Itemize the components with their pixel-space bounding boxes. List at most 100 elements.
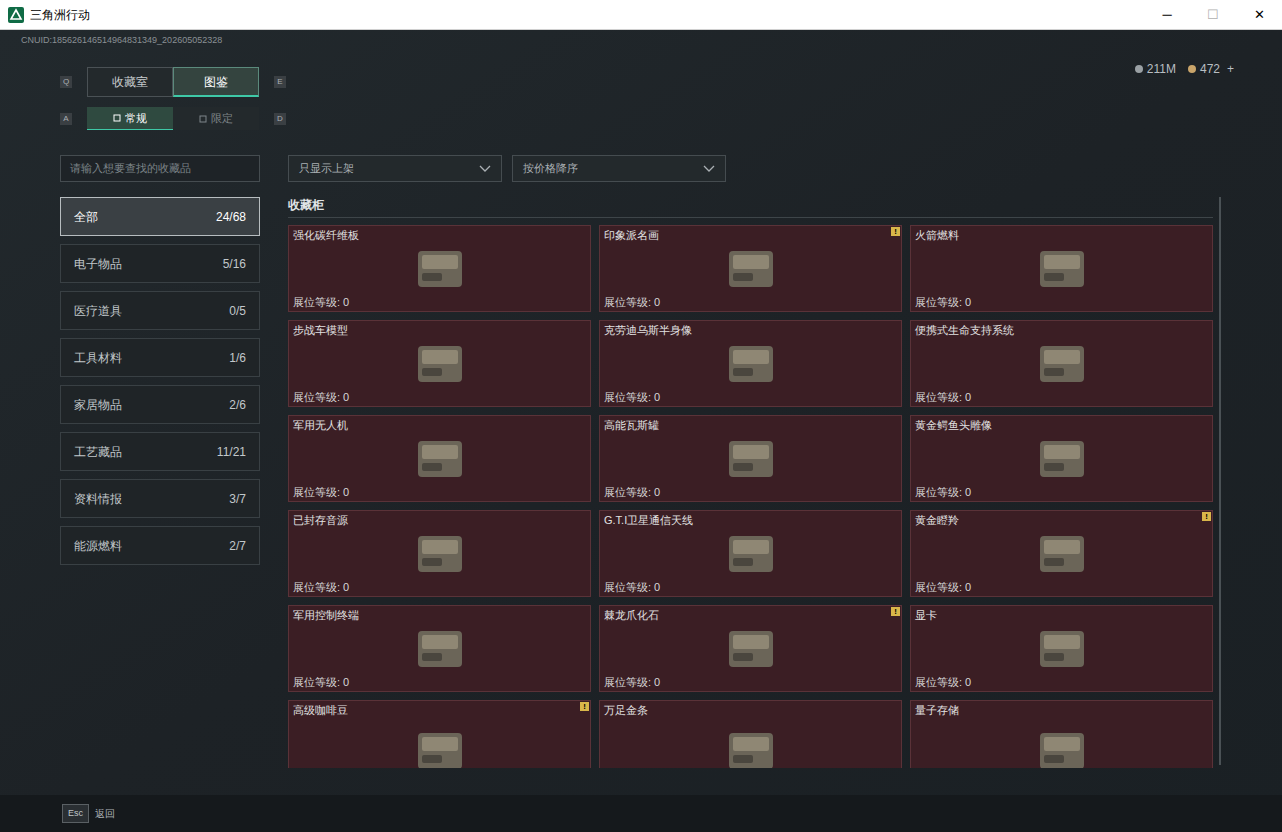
item-icon <box>719 625 783 673</box>
item-level: 展位等级: 0 <box>604 580 897 594</box>
item-name: 高能瓦斯罐 <box>604 418 897 432</box>
item-icon <box>1030 435 1094 483</box>
item-icon <box>1030 530 1094 578</box>
item-name: 高级咖啡豆 <box>293 703 586 717</box>
item-name: 黄金瞪羚 <box>915 513 1208 527</box>
item-icon <box>408 530 472 578</box>
back-label[interactable]: 返回 <box>95 806 115 821</box>
item-card[interactable]: 高能瓦斯罐展位等级: 0 <box>599 415 902 502</box>
uid-label: CNUID:185626146514964831349_202605052328 <box>0 30 1282 50</box>
item-icon <box>719 435 783 483</box>
key-hint: D <box>274 113 286 125</box>
item-card[interactable]: 步战车模型展位等级: 0 <box>288 320 591 407</box>
item-icon <box>408 727 472 769</box>
item-card[interactable]: 克劳迪乌斯半身像展位等级: 0 <box>599 320 902 407</box>
window-control[interactable]: ─ <box>1144 0 1190 29</box>
item-name: G.T.I卫星通信天线 <box>604 513 897 527</box>
item-icon <box>408 340 472 388</box>
item-level: 展位等级: 0 <box>293 485 586 499</box>
sub-tab[interactable]: 常规 <box>87 107 173 130</box>
alert-badge: ! <box>891 607 900 616</box>
item-name: 印象派名画 <box>604 228 897 242</box>
item-level: 展位等级: 0 <box>293 390 586 404</box>
item-icon <box>408 435 472 483</box>
item-level: 展位等级: 0 <box>293 580 586 594</box>
window-title: 三角洲行动 <box>30 6 90 24</box>
item-card[interactable]: 已封存音源展位等级: 0 <box>288 510 591 597</box>
currency-bar: 211M 472+ <box>1135 60 1234 78</box>
item-level: 展位等级: 0 <box>604 675 897 689</box>
item-card[interactable]: 万足金条 <box>599 700 902 768</box>
item-card[interactable]: 棘龙爪化石展位等级: 0! <box>599 605 902 692</box>
item-icon <box>408 245 472 293</box>
scrollbar[interactable] <box>1219 197 1221 765</box>
tab-icon <box>113 114 121 122</box>
item-level: 展位等级: 0 <box>604 390 897 404</box>
filter-dropdown[interactable]: 按价格降序 <box>512 155 726 182</box>
item-level: 展位等级: 0 <box>604 295 897 309</box>
item-icon <box>719 727 783 769</box>
window-control[interactable]: ✕ <box>1236 0 1282 29</box>
item-icon <box>1030 625 1094 673</box>
window-control[interactable]: ☐ <box>1190 0 1236 29</box>
item-name: 便携式生命支持系统 <box>915 323 1208 337</box>
main-tab[interactable]: 图鉴 <box>173 67 259 97</box>
category-item[interactable]: 能源燃料2/7 <box>60 526 260 565</box>
key-hint: E <box>274 76 286 88</box>
item-card[interactable]: 军用无人机展位等级: 0 <box>288 415 591 502</box>
main-tab[interactable]: 收藏室 <box>87 67 173 97</box>
coin-icon <box>1135 65 1143 73</box>
key-hint: A <box>60 113 72 125</box>
item-name: 火箭燃料 <box>915 228 1208 242</box>
category-item[interactable]: 家居物品2/6 <box>60 385 260 424</box>
section-title: 收藏柜 <box>288 196 1213 218</box>
title-bar: 三角洲行动 ─☐✕ <box>0 0 1282 30</box>
category-item[interactable]: 工具材料1/6 <box>60 338 260 377</box>
category-item[interactable]: 工艺藏品11/21 <box>60 432 260 471</box>
item-level: 展位等级: 0 <box>915 295 1208 309</box>
item-card[interactable]: 军用控制终端展位等级: 0 <box>288 605 591 692</box>
app: 三角洲行动 ─☐✕CNUID:185626146514964831349_2026… <box>0 0 1282 832</box>
item-card[interactable]: 强化碳纤维板展位等级: 0 <box>288 225 591 312</box>
item-level: 展位等级: 0 <box>915 675 1208 689</box>
collection-panel: 只显示上架按价格降序收藏柜强化碳纤维板展位等级: 0印象派名画展位等级: 0!火… <box>288 155 1213 768</box>
item-card[interactable]: 显卡展位等级: 0 <box>910 605 1213 692</box>
esc-key[interactable]: Esc <box>62 804 89 824</box>
item-name: 显卡 <box>915 608 1208 622</box>
currency: 472+ <box>1188 60 1234 78</box>
item-card[interactable]: 高级咖啡豆! <box>288 700 591 768</box>
item-card[interactable]: G.T.I卫星通信天线展位等级: 0 <box>599 510 902 597</box>
item-name: 军用无人机 <box>293 418 586 432</box>
item-name: 黄金鳄鱼头雕像 <box>915 418 1208 432</box>
item-card[interactable]: 便携式生命支持系统展位等级: 0 <box>910 320 1213 407</box>
item-card[interactable]: 黄金鳄鱼头雕像展位等级: 0 <box>910 415 1213 502</box>
item-name: 强化碳纤维板 <box>293 228 586 242</box>
currency: 211M <box>1135 60 1176 78</box>
sub-tab[interactable]: 限定 <box>173 107 259 130</box>
key-hint: Q <box>60 76 72 88</box>
item-level: 展位等级: 0 <box>293 675 586 689</box>
category-item[interactable]: 电子物品5/16 <box>60 244 260 283</box>
alert-badge: ! <box>891 227 900 236</box>
item-name: 棘龙爪化石 <box>604 608 897 622</box>
item-icon <box>719 340 783 388</box>
search-input[interactable]: 请输入想要查找的收藏品 <box>60 155 260 182</box>
item-card[interactable]: 量子存储 <box>910 700 1213 768</box>
chevron-down-icon <box>703 165 715 173</box>
item-card[interactable]: 黄金瞪羚展位等级: 0! <box>910 510 1213 597</box>
item-level: 展位等级: 0 <box>915 390 1208 404</box>
add-button[interactable]: + <box>1227 60 1234 78</box>
item-card[interactable]: 印象派名画展位等级: 0! <box>599 225 902 312</box>
bottom-bar: Esc 返回 <box>0 795 1282 832</box>
category-item[interactable]: 全部24/68 <box>60 197 260 236</box>
item-card[interactable]: 火箭燃料展位等级: 0 <box>910 225 1213 312</box>
filter-dropdown[interactable]: 只显示上架 <box>288 155 502 182</box>
item-name: 量子存储 <box>915 703 1208 717</box>
category-item[interactable]: 医疗道具0/5 <box>60 291 260 330</box>
chevron-down-icon <box>479 165 491 173</box>
item-name: 万足金条 <box>604 703 897 717</box>
item-icon <box>719 530 783 578</box>
category-item[interactable]: 资料情报3/7 <box>60 479 260 518</box>
item-icon <box>719 245 783 293</box>
item-icon <box>1030 727 1094 769</box>
